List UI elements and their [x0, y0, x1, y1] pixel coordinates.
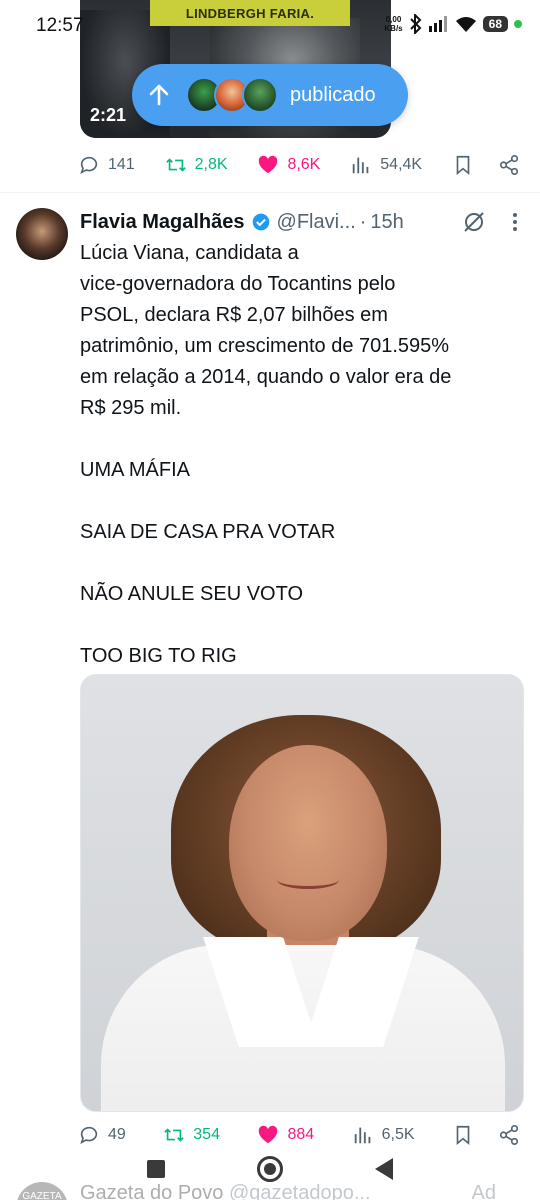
- author-name[interactable]: Flavia Magalhães: [80, 211, 245, 234]
- bookmark-icon[interactable]: [452, 154, 474, 176]
- author-handle[interactable]: @Flavi...: [277, 211, 356, 234]
- home-icon: [264, 1163, 276, 1175]
- tweet-line: PSOL, declara R$ 2,07 bilhões em: [80, 304, 388, 326]
- previous-tweet-actions: 141 2,8K 8,6K 54,4K: [78, 154, 520, 176]
- tweet-photo[interactable]: [80, 674, 524, 1112]
- arrow-up-icon: [149, 84, 169, 106]
- like-count: 884: [287, 1126, 315, 1143]
- tweet-line: patrimônio, um crescimento de 701.595%: [80, 335, 450, 357]
- retweet-count: 2,8K: [194, 156, 228, 173]
- more-icon[interactable]: [512, 212, 518, 232]
- author-avatar[interactable]: [16, 208, 68, 260]
- tweet-line: R$ 295 mil.: [80, 397, 182, 419]
- tweet-line: vice-governadora do Tocantins pelo: [80, 273, 396, 295]
- back-button[interactable]: [375, 1158, 393, 1180]
- bookmark-icon[interactable]: [452, 1124, 474, 1146]
- photo-smile: [277, 871, 339, 889]
- retweet-button[interactable]: 354: [163, 1124, 220, 1146]
- tweet-header: Flavia Magalhães @Flavi... · 15h: [80, 208, 524, 236]
- battery-indicator: 68: [482, 16, 508, 32]
- published-avatars: [186, 77, 278, 113]
- views-button[interactable]: 54,4K: [350, 154, 422, 176]
- tweet-line: NÃO ANULE SEU VOTO: [80, 583, 304, 605]
- privacy-dot: [514, 20, 522, 28]
- retweet-icon: [164, 1128, 185, 1142]
- tweet-line: TOO BIG TO RIG: [80, 645, 237, 667]
- status-time: 12:57: [36, 15, 84, 36]
- right-actions: [452, 154, 520, 176]
- signal-icon: [428, 16, 447, 32]
- views-icon: [354, 1127, 370, 1144]
- reply-icon: [80, 156, 98, 174]
- recents-button[interactable]: [147, 1160, 165, 1178]
- net-speed: 0,00 KB/s: [384, 15, 403, 33]
- views-count: 54,4K: [380, 156, 423, 173]
- video-banner-text: LINDBERGH FARIA.: [150, 0, 350, 26]
- like-count: 8,6K: [287, 156, 321, 173]
- views-icon: [353, 157, 369, 174]
- reply-button[interactable]: 141: [78, 154, 135, 176]
- bluetooth-icon: [409, 14, 422, 34]
- grok-icon[interactable]: [462, 210, 486, 234]
- heart-icon: [259, 1125, 278, 1144]
- reply-icon: [80, 1126, 98, 1144]
- time-separator: ·: [359, 210, 367, 233]
- tweet-text: Lúcia Viana, candidata a vice-governador…: [80, 238, 526, 672]
- tweet-line: Lúcia Viana, candidata a: [80, 242, 299, 264]
- tweet-line: UMA MÁFIA: [80, 459, 191, 481]
- retweet-button[interactable]: 2,8K: [165, 154, 228, 176]
- like-button[interactable]: 884: [257, 1124, 314, 1146]
- tweet-line: em relação a 2014, quando o valor era de: [80, 366, 452, 388]
- wifi-icon: [455, 17, 476, 32]
- video-duration: 2:21: [90, 105, 127, 125]
- retweet-count: 354: [193, 1126, 220, 1143]
- published-label: publicado: [290, 83, 376, 106]
- tweet-actions: 49 354 884 6,5K: [78, 1124, 520, 1146]
- tweet-line: SAIA DE CASA PRA VOTAR: [80, 521, 336, 543]
- reply-count: 49: [108, 1126, 126, 1143]
- photo-face: [229, 745, 387, 941]
- tweet-time[interactable]: 15h: [370, 211, 403, 234]
- avatar: [242, 77, 278, 113]
- verified-icon: [252, 213, 269, 231]
- views-button[interactable]: 6,5K: [352, 1124, 415, 1146]
- reply-count: 141: [108, 156, 135, 173]
- views-count: 6,5K: [381, 1126, 415, 1143]
- tweet-divider: [0, 192, 540, 193]
- home-button[interactable]: [257, 1156, 283, 1182]
- system-nav-bar: [0, 1145, 540, 1193]
- share-icon[interactable]: [498, 154, 520, 176]
- right-actions: [452, 1124, 520, 1146]
- like-button[interactable]: 8,6K: [257, 154, 320, 176]
- retweet-icon: [165, 158, 186, 172]
- published-toast-button[interactable]: publicado: [132, 64, 408, 126]
- reply-button[interactable]: 49: [78, 1124, 126, 1146]
- heart-icon: [259, 155, 278, 174]
- status-icons: 0,00 KB/s 68: [384, 14, 522, 34]
- share-icon[interactable]: [498, 1124, 520, 1146]
